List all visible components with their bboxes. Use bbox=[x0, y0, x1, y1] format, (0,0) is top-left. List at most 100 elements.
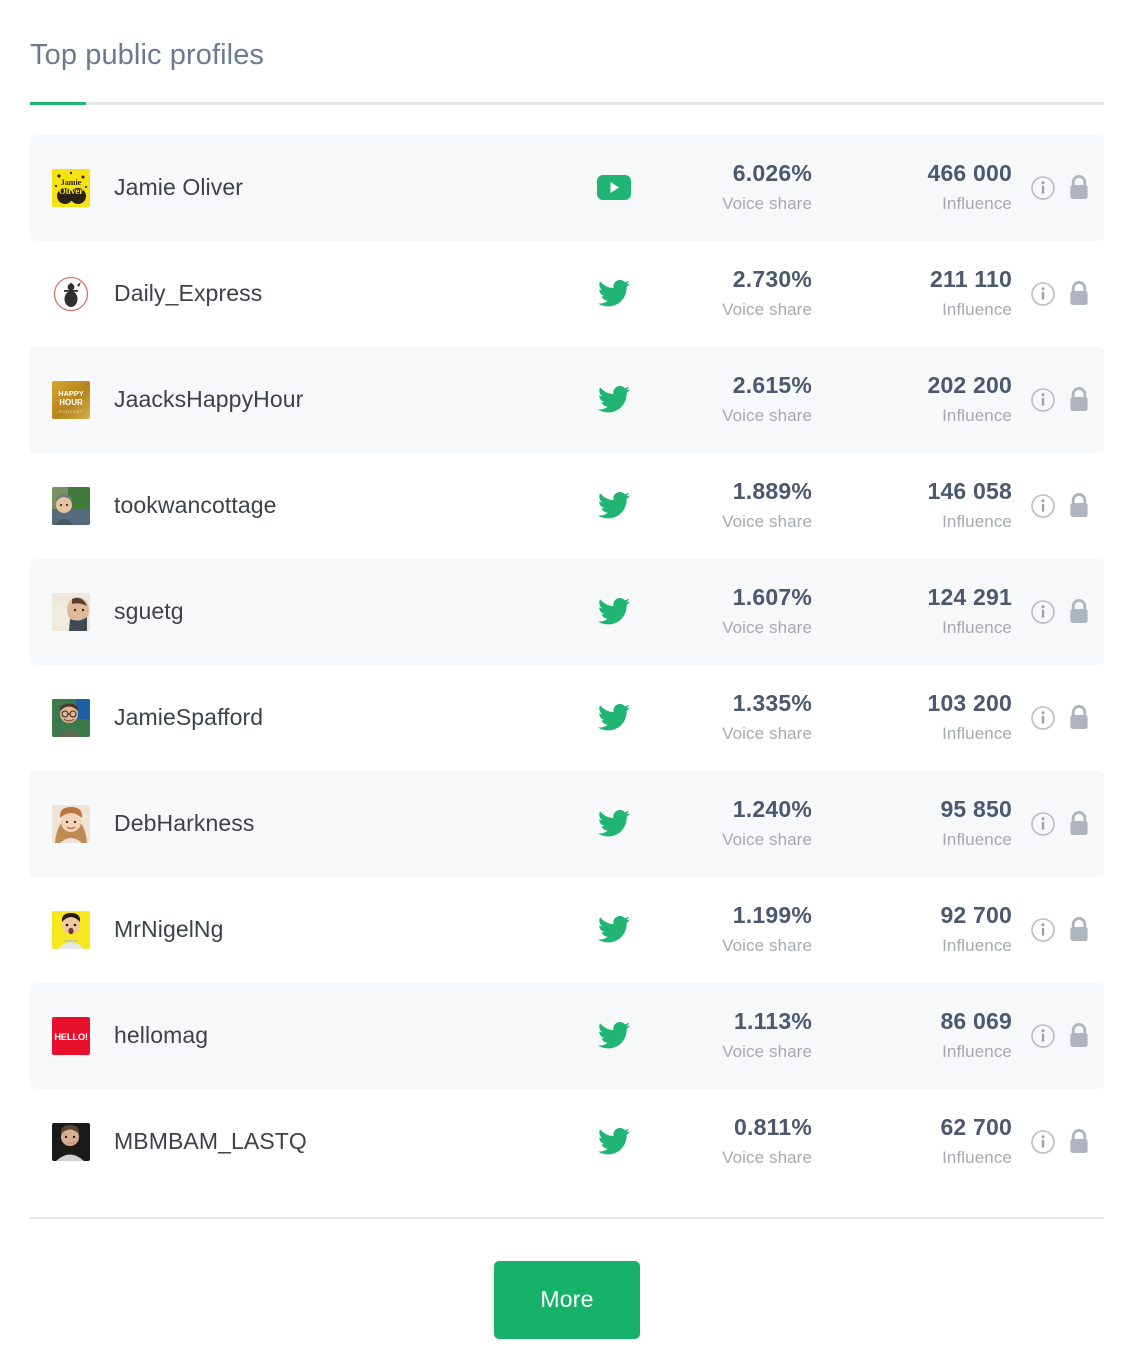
network-icon-youtube[interactable] bbox=[584, 175, 644, 201]
table-row[interactable]: MrNigelNg 1.199% Voice share 92 700 Infl… bbox=[30, 876, 1104, 983]
info-icon[interactable] bbox=[1030, 1129, 1056, 1155]
influence-value: 146 058 bbox=[927, 478, 1012, 505]
voice-share-metric: 1.199% Voice share bbox=[644, 903, 812, 956]
profile-name[interactable]: MrNigelNg bbox=[114, 916, 584, 943]
twitter-icon[interactable] bbox=[598, 810, 630, 837]
influence-label: Influence bbox=[942, 1148, 1012, 1168]
network-icon-twitter[interactable] bbox=[584, 916, 644, 943]
table-row[interactable]: tookwancottage 1.889% Voice share 146 05… bbox=[30, 452, 1104, 559]
info-icon[interactable] bbox=[1030, 387, 1056, 413]
influence-label: Influence bbox=[942, 936, 1012, 956]
influence-value: 86 069 bbox=[940, 1008, 1012, 1035]
table-row[interactable]: HAPPY HOUR PODCAST JaacksHappyHour 2.615… bbox=[30, 346, 1104, 453]
influence-label: Influence bbox=[942, 830, 1012, 850]
profile-name[interactable]: Jamie Oliver bbox=[114, 174, 584, 201]
influence-metric: 62 700 Influence bbox=[812, 1115, 1012, 1168]
info-icon[interactable] bbox=[1030, 281, 1056, 307]
info-icon[interactable] bbox=[1030, 175, 1056, 201]
voice-share-label: Voice share bbox=[722, 300, 812, 320]
table-row[interactable]: Jamie Oliver Jamie Oliver 6.026% Voice s… bbox=[30, 134, 1104, 241]
profile-name[interactable]: DebHarkness bbox=[114, 810, 584, 837]
svg-text:HELLO!: HELLO! bbox=[54, 1032, 88, 1043]
lock-icon[interactable] bbox=[1068, 916, 1090, 943]
network-icon-twitter[interactable] bbox=[584, 492, 644, 519]
table-row[interactable]: Daily_Express 2.730% Voice share 211 110… bbox=[30, 240, 1104, 347]
network-icon-twitter[interactable] bbox=[584, 1022, 644, 1049]
lock-icon[interactable] bbox=[1068, 704, 1090, 731]
avatar bbox=[52, 274, 90, 313]
info-icon[interactable] bbox=[1030, 705, 1056, 731]
table-row[interactable]: sguetg 1.607% Voice share 124 291 Influe… bbox=[30, 558, 1104, 665]
row-actions bbox=[1012, 1022, 1098, 1049]
network-icon-twitter[interactable] bbox=[584, 1128, 644, 1155]
table-row[interactable]: JamieSpafford 1.335% Voice share 103 200… bbox=[30, 664, 1104, 771]
network-icon-twitter[interactable] bbox=[584, 386, 644, 413]
row-actions bbox=[1012, 492, 1098, 519]
voice-share-metric: 1.889% Voice share bbox=[644, 479, 812, 532]
influence-metric: 86 069 Influence bbox=[812, 1009, 1012, 1062]
network-icon-twitter[interactable] bbox=[584, 704, 644, 731]
info-icon[interactable] bbox=[1030, 917, 1056, 943]
info-icon[interactable] bbox=[1030, 1023, 1056, 1049]
more-button[interactable]: More bbox=[494, 1260, 640, 1339]
influence-metric: 211 110 Influence bbox=[812, 267, 1012, 320]
lock-icon[interactable] bbox=[1068, 280, 1090, 307]
table-row[interactable]: HELLO! hellomag 1.113% Voice share 86 06… bbox=[30, 982, 1104, 1089]
avatar bbox=[52, 698, 90, 737]
lock-icon[interactable] bbox=[1068, 598, 1090, 625]
panel-header: Top public profiles bbox=[0, 0, 1134, 73]
influence-metric: 466 000 Influence bbox=[812, 161, 1012, 214]
influence-label: Influence bbox=[942, 194, 1012, 214]
influence-metric: 202 200 Influence bbox=[812, 373, 1012, 426]
row-actions bbox=[1012, 598, 1098, 625]
voice-share-value: 6.026% bbox=[732, 160, 812, 187]
info-icon[interactable] bbox=[1030, 493, 1056, 519]
info-icon[interactable] bbox=[1030, 811, 1056, 837]
info-icon[interactable] bbox=[1030, 599, 1056, 625]
lock-icon[interactable] bbox=[1068, 810, 1090, 837]
profile-name[interactable]: tookwancottage bbox=[114, 492, 584, 519]
voice-share-metric: 1.607% Voice share bbox=[644, 585, 812, 638]
avatar bbox=[52, 910, 90, 949]
network-icon-twitter[interactable] bbox=[584, 280, 644, 307]
twitter-icon[interactable] bbox=[598, 280, 630, 307]
table-row[interactable]: DebHarkness 1.240% Voice share 95 850 In… bbox=[30, 770, 1104, 877]
profile-name[interactable]: JaacksHappyHour bbox=[114, 386, 584, 413]
twitter-icon[interactable] bbox=[598, 386, 630, 413]
twitter-icon[interactable] bbox=[598, 1128, 630, 1155]
lock-icon[interactable] bbox=[1068, 174, 1090, 201]
page-title: Top public profiles bbox=[30, 39, 265, 71]
profile-name[interactable]: JamieSpafford bbox=[114, 704, 584, 731]
influence-value: 103 200 bbox=[927, 690, 1012, 717]
profile-name[interactable]: hellomag bbox=[114, 1022, 584, 1049]
voice-share-label: Voice share bbox=[722, 618, 812, 638]
network-icon-twitter[interactable] bbox=[584, 598, 644, 625]
network-icon-twitter[interactable] bbox=[584, 810, 644, 837]
lock-icon[interactable] bbox=[1068, 492, 1090, 519]
avatar: Jamie Oliver bbox=[52, 168, 90, 207]
twitter-icon[interactable] bbox=[598, 1022, 630, 1049]
row-actions bbox=[1012, 916, 1098, 943]
profile-name[interactable]: Daily_Express bbox=[114, 280, 584, 307]
twitter-icon[interactable] bbox=[598, 704, 630, 731]
influence-label: Influence bbox=[942, 300, 1012, 320]
table-row[interactable]: MBMBAM_LASTQ 0.811% Voice share 62 700 I… bbox=[30, 1088, 1104, 1195]
influence-value: 62 700 bbox=[940, 1114, 1012, 1141]
voice-share-label: Voice share bbox=[722, 512, 812, 532]
twitter-icon[interactable] bbox=[598, 598, 630, 625]
twitter-icon[interactable] bbox=[598, 916, 630, 943]
influence-label: Influence bbox=[942, 1042, 1012, 1062]
voice-share-metric: 1.113% Voice share bbox=[644, 1009, 812, 1062]
twitter-icon[interactable] bbox=[598, 492, 630, 519]
influence-metric: 124 291 Influence bbox=[812, 585, 1012, 638]
profile-name[interactable]: sguetg bbox=[114, 598, 584, 625]
youtube-icon[interactable] bbox=[597, 175, 631, 201]
lock-icon[interactable] bbox=[1068, 1128, 1090, 1155]
influence-metric: 92 700 Influence bbox=[812, 903, 1012, 956]
voice-share-value: 0.811% bbox=[734, 1114, 812, 1141]
avatar: HAPPY HOUR PODCAST bbox=[52, 380, 90, 419]
lock-icon[interactable] bbox=[1068, 386, 1090, 413]
list-divider bbox=[30, 1216, 1104, 1219]
lock-icon[interactable] bbox=[1068, 1022, 1090, 1049]
profile-name[interactable]: MBMBAM_LASTQ bbox=[114, 1128, 584, 1155]
